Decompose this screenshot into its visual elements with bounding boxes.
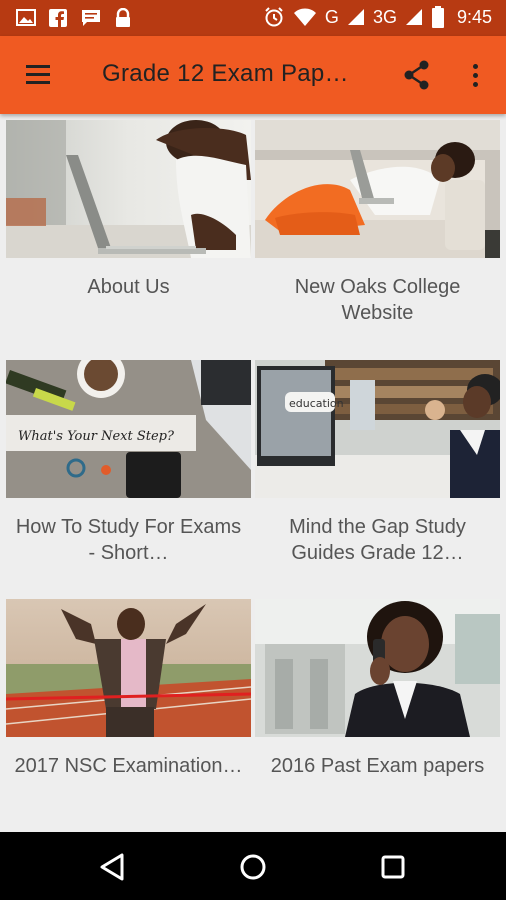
share-icon [404,60,429,90]
more-vert-icon [473,64,478,69]
signal-icon-2 [405,9,422,25]
status-bar: G 3G 9:45 [0,0,506,36]
card-image: What's Your Next Step? [6,360,251,498]
lock-icon [116,8,130,27]
message-icon [82,10,100,26]
network-3g-label: 3G [372,6,397,27]
menu-icon-line [26,81,50,84]
card-image [255,599,500,737]
share-button[interactable] [400,58,434,92]
card-image [6,120,251,258]
menu-icon [26,65,50,68]
card-how-to-study[interactable]: What's Your Next Step? How To Study For … [6,354,251,594]
card-label: How To Study For Exams - Short… [15,516,242,564]
network-g-label: G [324,6,339,27]
card-label: New Oaks College Website [294,276,461,324]
card-image: education [255,360,500,498]
card-label: 2017 NSC Examination… [14,755,243,777]
battery-icon [431,6,444,28]
clock: 9:45 [456,6,492,27]
app-bar: Grade 12 Exam Pap… [0,36,506,114]
more-vert-dot [473,73,478,78]
content-grid: About Us New Oaks College Website What's… [0,114,506,832]
status-notifications [16,8,132,28]
menu-button[interactable] [22,60,58,90]
back-button[interactable] [96,850,130,884]
menu-icon-line [26,73,50,76]
card-label: 2016 Past Exam papers [270,755,485,777]
card-label: Mind the Gap Study Guides Grade 12… [289,516,466,564]
card-mind-the-gap[interactable]: education Mind the Gap Study Guides Grad… [255,354,500,594]
overflow-menu-button[interactable] [462,58,488,92]
card-image [255,120,500,258]
card-label: About Us [87,276,170,298]
recents-button[interactable] [376,850,410,884]
card-new-oaks-college-website[interactable]: New Oaks College Website [255,114,500,354]
back-icon [100,853,124,881]
image-icon [16,9,36,26]
navigation-bar [0,832,506,900]
alarm-icon [265,7,283,27]
page-title: Grade 12 Exam Pap… [102,60,349,87]
card-2017-nsc-examination[interactable]: 2017 NSC Examination… [6,593,251,833]
home-icon [240,854,266,880]
facebook-icon [49,9,67,27]
more-vert-dot [473,82,478,87]
education-text: education [289,397,344,410]
card-2016-past-exam-papers[interactable]: 2016 Past Exam papers [255,593,500,833]
signal-icon [347,9,364,25]
card-about-us[interactable]: About Us [6,114,251,354]
status-system: G 3G 9:45 [263,6,492,28]
home-button[interactable] [236,850,270,884]
wifi-icon [293,8,316,26]
recents-icon [381,855,405,879]
next-step-text: What's Your Next Step? [18,429,175,444]
card-image [6,599,251,737]
